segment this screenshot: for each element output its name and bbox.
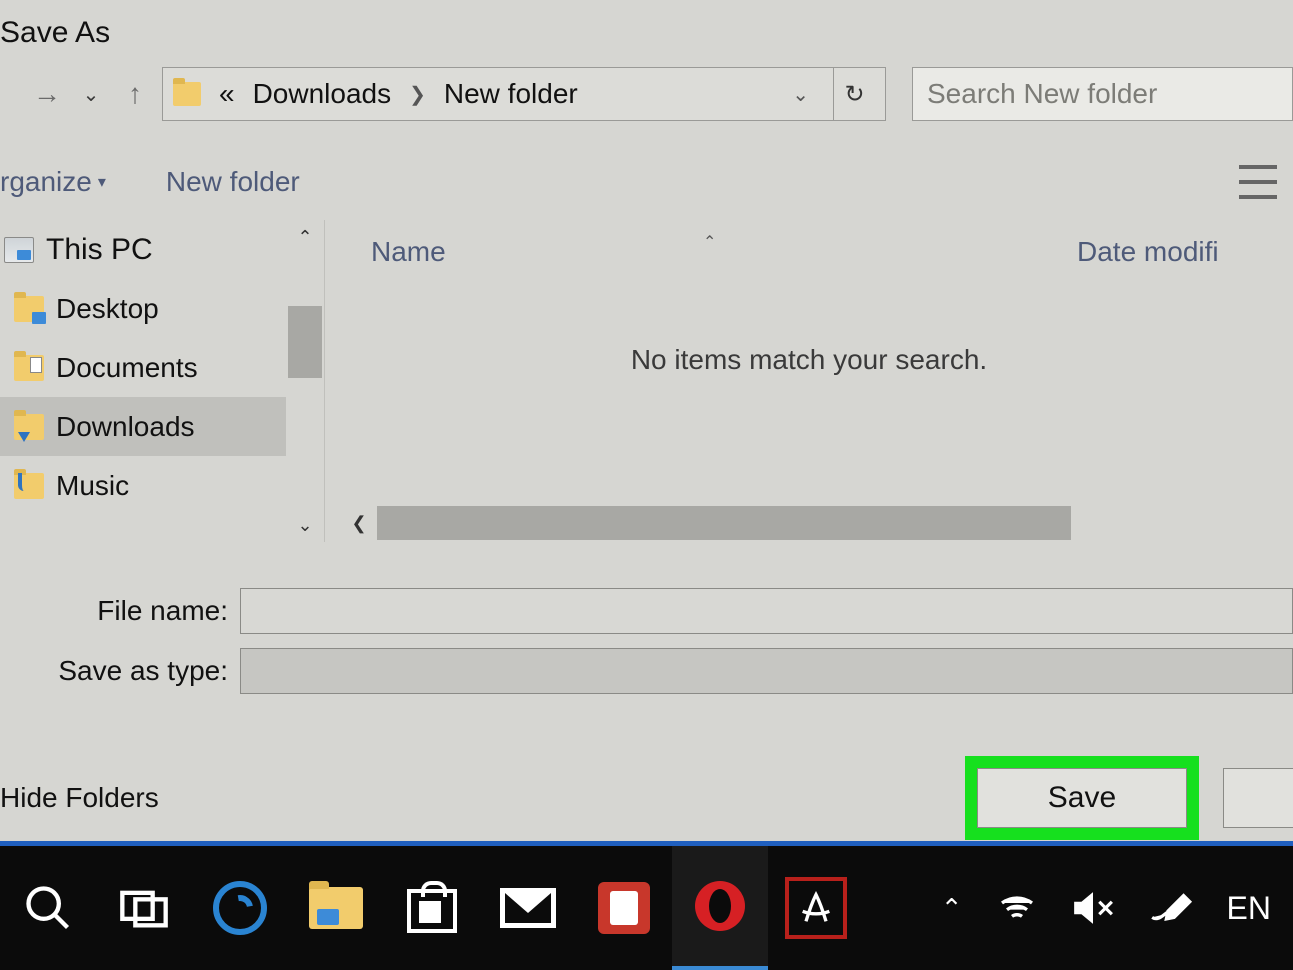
sidebar-item-music[interactable]: Music: [0, 456, 324, 515]
toolbar: rganize ▾ New folder: [0, 144, 1293, 220]
sidebar-item-label: Music: [56, 470, 129, 502]
scroll-up-icon[interactable]: ⌃: [297, 220, 312, 254]
tray-overflow-button[interactable]: ⌃: [941, 893, 963, 924]
scroll-down-icon[interactable]: ⌄: [297, 508, 312, 542]
sidebar-item-downloads[interactable]: Downloads: [0, 397, 324, 456]
save-highlight: Save: [965, 756, 1199, 840]
fields: File name: Save as type:: [0, 542, 1293, 698]
taskbar-reader[interactable]: [576, 846, 672, 970]
language-indicator[interactable]: EN: [1227, 890, 1271, 927]
acrobat-icon: [785, 877, 847, 939]
nav-up-button[interactable]: ↑: [118, 77, 152, 111]
address-bar[interactable]: « Downloads ❯ New folder ⌄ ↻: [162, 67, 886, 121]
file-explorer-icon: [309, 887, 363, 929]
sidebar-item-label: Desktop: [56, 293, 159, 325]
nav-recent-dropdown[interactable]: ⌄: [74, 77, 108, 111]
edge-icon: [213, 881, 267, 935]
breadcrumb-seg[interactable]: New folder: [444, 78, 578, 110]
column-headers: Name ⌃ Date modifi: [325, 220, 1293, 284]
store-icon: [407, 883, 457, 933]
taskbar-opera[interactable]: [672, 846, 768, 970]
sidebar-item-label: This PC: [46, 233, 153, 267]
address-dropdown[interactable]: ⌄: [792, 82, 809, 107]
horizontal-scrollbar[interactable]: ❮: [341, 504, 1293, 542]
nav-forward-button[interactable]: →: [30, 77, 64, 111]
taskbar: ⌃ EN: [0, 846, 1293, 970]
opera-icon: [695, 881, 745, 931]
folder-icon: [14, 414, 44, 440]
sidebar-item-label: Downloads: [56, 411, 195, 443]
sidebar-item-label: Documents: [56, 352, 198, 384]
save-button[interactable]: Save: [977, 768, 1187, 828]
dialog-bottom: Hide Folders Save: [0, 750, 1293, 846]
dialog-title: Save As: [0, 16, 110, 50]
system-tray: ⌃ EN: [941, 888, 1293, 928]
folder-icon: [14, 296, 44, 322]
empty-message: No items match your search.: [325, 344, 1293, 376]
save-type-label: Save as type:: [0, 655, 240, 687]
taskbar-store[interactable]: [384, 846, 480, 970]
scroll-left-icon[interactable]: ❮: [341, 513, 377, 534]
scroll-thumb[interactable]: [377, 506, 1071, 540]
file-list: Name ⌃ Date modifi No items match your s…: [324, 220, 1293, 542]
save-type-dropdown[interactable]: [240, 648, 1293, 694]
folder-icon: [14, 355, 44, 381]
breadcrumb-dots: «: [219, 78, 235, 110]
folder-icon: [14, 473, 44, 499]
cancel-button[interactable]: [1223, 768, 1293, 828]
volume-muted-icon[interactable]: [1071, 888, 1115, 928]
title-bar: Save As: [0, 0, 1293, 66]
mail-icon: [500, 888, 556, 928]
breadcrumb-seg[interactable]: Downloads: [253, 78, 392, 110]
column-date[interactable]: Date modifi: [1077, 236, 1219, 268]
chevron-right-icon: ❯: [409, 82, 426, 107]
sidebar-this-pc[interactable]: This PC: [0, 220, 324, 279]
sidebar: This PC Desktop Documents Downloads Musi…: [0, 220, 324, 542]
book-icon: [598, 882, 650, 934]
search-input[interactable]: Search New folder: [912, 67, 1293, 121]
nav-row: → ⌄ ↑ « Downloads ❯ New folder ⌄ ↻ Searc…: [0, 66, 1293, 122]
column-name[interactable]: Name ⌃: [325, 236, 1077, 268]
sidebar-item-documents[interactable]: Documents: [0, 338, 324, 397]
pen-input-icon[interactable]: [1149, 888, 1193, 928]
main-area: This PC Desktop Documents Downloads Musi…: [0, 220, 1293, 542]
save-as-dialog: Save As → ⌄ ↑ « Downloads ❯ New folder ⌄…: [0, 0, 1293, 846]
sort-asc-icon: ⌃: [703, 232, 716, 252]
taskbar-taskview-button[interactable]: [96, 846, 192, 970]
taskbar-file-explorer[interactable]: [288, 846, 384, 970]
view-options-button[interactable]: [1239, 165, 1277, 199]
sidebar-scrollbar[interactable]: ⌃ ⌄: [286, 220, 324, 542]
scroll-thumb[interactable]: [288, 306, 322, 378]
organize-button[interactable]: rganize: [0, 166, 92, 198]
this-pc-icon: [4, 237, 34, 263]
file-name-input[interactable]: [240, 588, 1293, 634]
taskbar-acrobat[interactable]: [768, 846, 864, 970]
file-name-label: File name:: [0, 595, 240, 627]
hide-folders-button[interactable]: Hide Folders: [0, 782, 159, 814]
taskbar-edge[interactable]: [192, 846, 288, 970]
taskbar-mail[interactable]: [480, 846, 576, 970]
organize-dropdown-icon[interactable]: ▾: [98, 172, 106, 192]
search-placeholder: Search New folder: [927, 78, 1157, 110]
new-folder-button[interactable]: New folder: [166, 166, 300, 198]
taskbar-search-button[interactable]: [0, 846, 96, 970]
folder-icon: [173, 82, 201, 106]
refresh-button[interactable]: ↻: [833, 67, 875, 121]
sidebar-item-desktop[interactable]: Desktop: [0, 279, 324, 338]
wifi-icon[interactable]: [997, 888, 1037, 928]
